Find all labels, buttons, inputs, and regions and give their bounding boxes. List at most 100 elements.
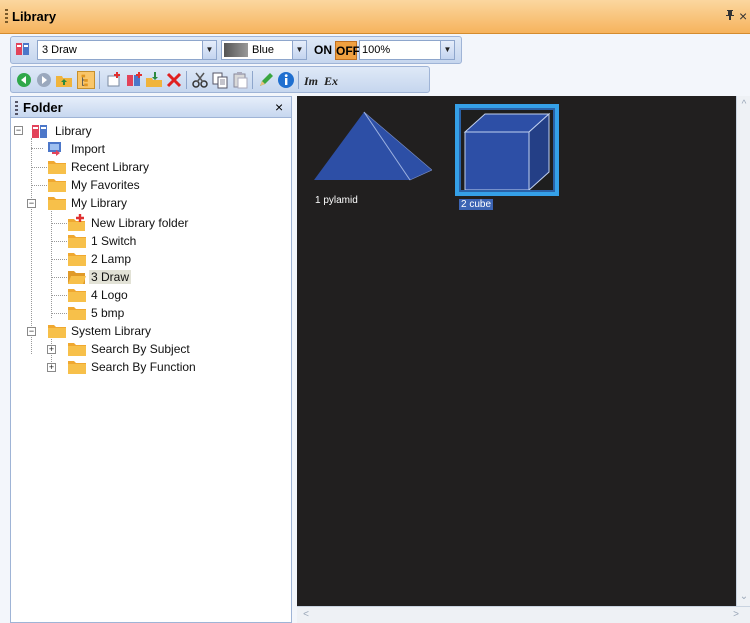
color-select-value: Blue — [252, 44, 275, 56]
item-label[interactable]: 1 pylamid — [315, 195, 358, 206]
tree-line — [31, 185, 47, 186]
tree-label: My Library — [71, 196, 128, 210]
folder-up-icon[interactable] — [55, 71, 73, 89]
tree-label: Search By Function — [91, 360, 196, 374]
edit-pencil-icon[interactable] — [257, 71, 275, 89]
cut-icon[interactable] — [191, 71, 209, 89]
copy-icon[interactable] — [211, 71, 229, 89]
panel-title-bar[interactable]: Library × — [0, 0, 750, 34]
action-toolbar: Im Ex — [10, 66, 430, 93]
collapse-toggle[interactable]: − — [14, 126, 23, 135]
paste-icon[interactable] — [231, 71, 249, 89]
import-folder-icon[interactable] — [145, 71, 163, 89]
close-folder-panel-button[interactable]: × — [275, 99, 283, 115]
folder-icon — [68, 307, 86, 320]
tree-line — [51, 241, 67, 242]
pyramid-thumbnail[interactable] — [312, 110, 432, 196]
tree-line — [51, 295, 67, 296]
tree-label: Search By Subject — [91, 342, 190, 356]
tree-line — [31, 167, 47, 168]
folder-icon — [48, 197, 66, 210]
delete-icon[interactable] — [165, 71, 183, 89]
off-button[interactable]: OFF — [335, 41, 360, 60]
expand-toggle[interactable]: + — [47, 363, 56, 372]
folder-icon — [48, 325, 66, 338]
folder-icon — [68, 361, 86, 374]
back-icon[interactable] — [15, 71, 33, 89]
collapse-toggle[interactable]: − — [27, 327, 36, 336]
tree-label: New Library folder — [91, 216, 189, 230]
info-icon[interactable] — [277, 71, 295, 89]
folder-icon — [68, 235, 86, 248]
import-text-icon[interactable]: Im — [303, 71, 321, 89]
grip-handle[interactable] — [5, 9, 8, 25]
folder-icon — [48, 161, 66, 174]
tree-line — [31, 138, 32, 354]
folder-icon — [68, 253, 86, 266]
scroll-left-icon[interactable]: < — [299, 608, 313, 622]
zoom-select[interactable]: 100% ▼ — [359, 40, 455, 60]
cube-thumbnail — [461, 110, 553, 190]
expand-toggle[interactable]: + — [47, 345, 56, 354]
tree-line — [31, 148, 43, 149]
toolbar-separator — [99, 71, 100, 89]
svg-text:Im: Im — [303, 74, 318, 88]
chevron-down-icon[interactable]: ▼ — [202, 41, 216, 59]
tree-label: Recent Library — [71, 160, 150, 174]
zoom-select-value: 100% — [362, 44, 391, 56]
folder-icon — [48, 179, 66, 192]
folder-panel-header: Folder × — [10, 96, 292, 118]
tree-label: My Favorites — [71, 178, 140, 192]
tree-label: 2 Lamp — [91, 252, 132, 266]
tree-label: 3 Draw — [89, 270, 132, 284]
export-text-icon[interactable]: Ex — [323, 71, 341, 89]
open-folder-icon — [68, 271, 86, 284]
cube-thumbnail-selected[interactable] — [455, 104, 559, 196]
folder-icon — [68, 289, 86, 302]
folder-icon — [68, 343, 86, 356]
tree-label: Import — [71, 142, 106, 156]
toolbar-separator — [298, 71, 299, 89]
chevron-down-icon[interactable]: ▼ — [440, 41, 454, 59]
tree-line — [51, 208, 52, 318]
library-select[interactable]: 3 Draw ▼ — [37, 40, 217, 60]
folder-tree: − Library Import Recent Library My Favor… — [10, 118, 292, 623]
on-button[interactable]: ON — [313, 41, 333, 60]
chevron-down-icon[interactable]: ▼ — [292, 41, 306, 59]
horizontal-scrollbar[interactable]: < > — [297, 606, 750, 623]
collapse-toggle[interactable]: − — [27, 199, 36, 208]
tree-label: System Library — [71, 324, 152, 338]
tree-line — [51, 259, 67, 260]
color-swatch — [224, 43, 248, 57]
item-label-selected[interactable]: 2 cube — [459, 199, 494, 210]
library-preview-area[interactable]: 1 pylamid 2 cube — [297, 96, 736, 606]
tree-label: 1 Switch — [91, 234, 137, 248]
panel-title: Library — [12, 9, 57, 24]
scroll-down-icon[interactable]: ⌄ — [737, 590, 750, 604]
vertical-scrollbar[interactable]: ^ ⌄ — [736, 96, 750, 606]
library-select-value: 3 Draw — [42, 44, 77, 56]
scroll-right-icon[interactable]: > — [729, 608, 743, 622]
tree-label: 4 Logo — [91, 288, 128, 302]
new-folder-icon — [68, 214, 85, 231]
tree-line — [51, 277, 67, 278]
new-item-icon[interactable] — [105, 71, 123, 89]
grip-handle[interactable] — [15, 101, 18, 115]
pin-icon[interactable] — [725, 9, 735, 24]
top-toolbar: 3 Draw ▼ Blue ▼ ON OFF 100% ▼ — [10, 36, 462, 64]
folder-tree-toggle-icon[interactable] — [77, 71, 95, 89]
color-select[interactable]: Blue ▼ — [221, 40, 307, 60]
svg-text:Ex: Ex — [323, 74, 338, 88]
new-library-icon[interactable] — [125, 71, 143, 89]
forward-icon[interactable] — [35, 71, 53, 89]
toolbar-separator — [252, 71, 253, 89]
tree-label: 5 bmp — [91, 306, 125, 320]
tree-label: Library — [55, 124, 92, 138]
scroll-up-icon[interactable]: ^ — [737, 98, 750, 112]
tree-line — [51, 223, 67, 224]
tree-line — [51, 313, 67, 314]
close-panel-button[interactable]: × — [739, 8, 747, 24]
library-icon[interactable] — [15, 41, 31, 57]
import-icon — [48, 142, 61, 156]
folder-panel-title: Folder — [23, 100, 63, 115]
